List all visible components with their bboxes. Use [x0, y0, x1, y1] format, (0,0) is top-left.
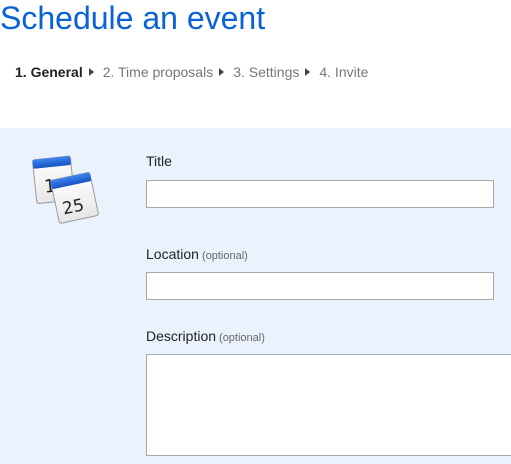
step-label: 1. General [15, 64, 83, 80]
description-label-text: Description [146, 328, 217, 344]
calendar-icon: 1 25 [32, 155, 99, 224]
location-label-text: Location [146, 246, 199, 262]
title-label: Title [146, 153, 172, 169]
caret-right-icon [88, 68, 94, 76]
location-input[interactable] [146, 272, 494, 300]
step-settings[interactable]: 3. Settings [233, 64, 319, 80]
description-label: Description (optional) [146, 328, 265, 344]
description-optional-hint: (optional) [219, 332, 265, 344]
description-textarea[interactable] [146, 354, 511, 456]
location-optional-hint: (optional) [201, 250, 248, 262]
step-label: 3. Settings [233, 64, 300, 80]
caret-right-icon [219, 68, 225, 76]
step-general[interactable]: 1. General [15, 64, 103, 80]
title-label-text: Title [146, 153, 172, 169]
wizard-steps: 1. General 2. Time proposals 3. Settings… [15, 63, 368, 81]
location-label: Location (optional) [146, 246, 248, 262]
schedule-event-page: Schedule an event 1. General 2. Time pro… [0, 0, 511, 464]
step-label: 2. Time proposals [102, 64, 214, 80]
page-title: Schedule an event [0, 0, 266, 36]
step-label: 4. Invite [319, 64, 369, 80]
step-time-proposals[interactable]: 2. Time proposals [103, 64, 234, 80]
title-input[interactable] [146, 180, 494, 208]
caret-right-icon [305, 68, 311, 76]
step-invite[interactable]: 4. Invite [319, 64, 368, 80]
